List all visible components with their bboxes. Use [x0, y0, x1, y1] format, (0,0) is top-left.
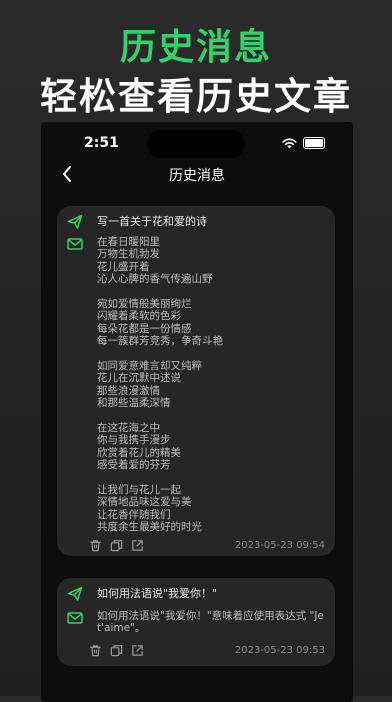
nav-bar: 历史消息: [41, 160, 353, 192]
mail-icon: [67, 238, 83, 250]
page-title: 历史消息: [169, 168, 225, 184]
stanza-gap: [97, 348, 327, 360]
mail-icon: [67, 612, 83, 624]
question-row: 如何用法语说"我爱你！": [67, 586, 217, 602]
timestamp: 2023-05-23 09:54: [234, 540, 325, 551]
answer-line: 如何用法语说"我爱你！"意味着应使用表达式 "Je: [97, 610, 324, 622]
status-time: 2:51: [84, 135, 119, 151]
poem-line: 你与我携手漫步: [97, 434, 171, 447]
trash-icon[interactable]: [89, 539, 102, 552]
poem-line: 闪耀着柔软的色彩: [97, 310, 181, 323]
question-row: 写一首关于花和爱的诗: [67, 214, 207, 230]
question-text: 如何用法语说"我爱你！": [97, 587, 218, 600]
poem-line: 和那些温柔深情: [97, 397, 171, 410]
battery-icon: [303, 137, 325, 149]
poem-line: 万物生机勃发: [97, 248, 160, 261]
answer-text: 如何用法语说"我爱你！"意味着应使用表达式 "Je t'aime"。: [97, 610, 327, 635]
poem-line: 花儿盛开着: [97, 260, 150, 273]
message-actions: [89, 644, 144, 657]
send-icon: [67, 586, 83, 601]
send-icon: [67, 214, 83, 229]
stanza-gap: [97, 410, 327, 422]
poem-line: 在春日暖阳里: [97, 236, 160, 248]
poem-line: 沁人心脾的香气传遍山野: [97, 273, 213, 286]
poem-line: 共度余生最美好的时光: [97, 521, 202, 534]
poem-line: 每朵花都是一份情感: [97, 322, 192, 335]
stanza-gap: [97, 472, 327, 484]
phone-screen: 2:51 历史消息 写一首关于花和爱的诗 在春日暖阳里 万物生机勃发 花儿盛开着…: [41, 122, 353, 702]
message-card: 如何用法语说"我爱你！" 如何用法语说"我爱你！"意味着应使用表达式 "Je t…: [57, 578, 335, 666]
promo-title: 历史消息: [119, 27, 272, 68]
poem-line: 感受着爱的芬芳: [97, 459, 171, 472]
poem-line: 花儿在沉默中述说: [97, 372, 181, 385]
poem-line: 让花香伴随我们: [97, 508, 171, 521]
poem-line: 宛如爱情般美丽绚烂: [97, 298, 192, 311]
question-text: 写一首关于花和爱的诗: [97, 215, 207, 228]
poem-line: 如同爱意难言却又纯粹: [97, 360, 202, 373]
stanza-gap: [97, 286, 327, 298]
promo-subtitle: 轻松查看历史文章: [40, 75, 352, 118]
poem-line: 那些浪漫激情: [97, 384, 160, 397]
poem-line: 欣赏着花儿的精美: [97, 446, 181, 459]
copy-icon[interactable]: [110, 644, 123, 657]
message-actions: [89, 539, 144, 552]
timestamp: 2023-05-23 09:53: [234, 645, 325, 656]
answer-row: 如何用法语说"我爱你！"意味着应使用表达式 "Je t'aime"。: [67, 610, 327, 635]
poem-line: 在这花海之中: [97, 422, 160, 435]
dynamic-island: [147, 130, 245, 158]
wifi-icon: [282, 138, 297, 148]
answer-text: 在春日暖阳里 万物生机勃发 花儿盛开着 沁人心脾的香气传遍山野 宛如爱情般美丽绚…: [97, 236, 327, 534]
poem-line: 让我们与花儿一起: [97, 484, 181, 497]
status-icons: [282, 137, 325, 149]
poem-line: 每一簇群芳竞秀，争奇斗艳: [97, 335, 223, 348]
message-card: 写一首关于花和爱的诗 在春日暖阳里 万物生机勃发 花儿盛开着 沁人心脾的香气传遍…: [57, 206, 335, 556]
trash-icon[interactable]: [89, 644, 102, 657]
share-icon[interactable]: [131, 644, 144, 657]
answer-line: t'aime"。: [97, 622, 146, 635]
share-icon[interactable]: [131, 539, 144, 552]
answer-row: 在春日暖阳里 万物生机勃发 花儿盛开着 沁人心脾的香气传遍山野 宛如爱情般美丽绚…: [67, 236, 327, 534]
copy-icon[interactable]: [110, 539, 123, 552]
poem-line: 深情地品味这爱与美: [97, 496, 192, 509]
